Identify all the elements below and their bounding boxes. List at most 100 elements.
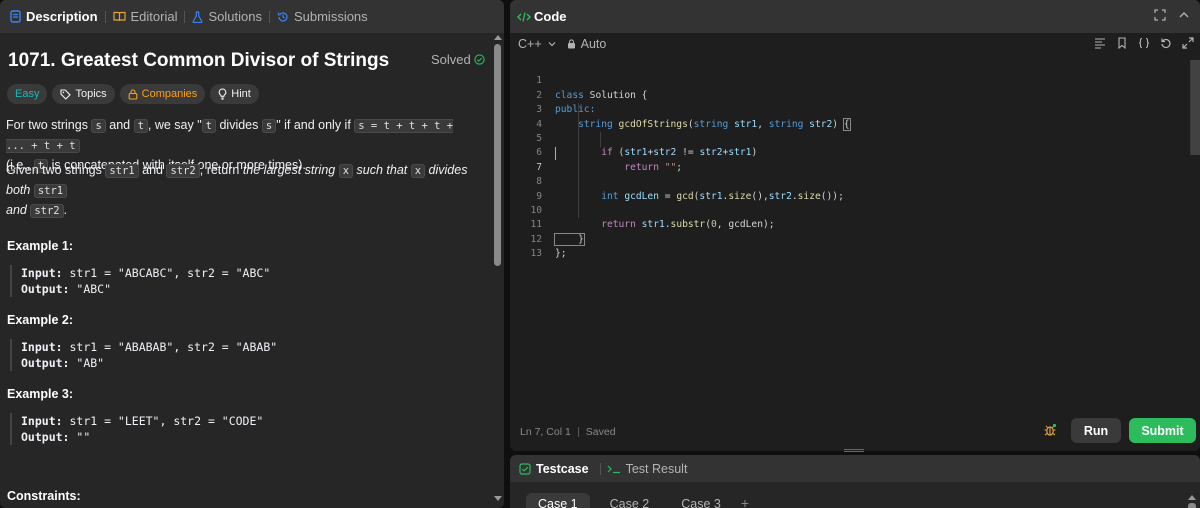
chevron-down-icon[interactable] — [547, 39, 557, 49]
tab-divider — [184, 10, 186, 23]
tab-solutions-label: Solutions — [208, 9, 262, 24]
tab-submissions[interactable]: Submissions — [271, 6, 374, 28]
tab-editorial-label: Editorial — [130, 9, 178, 24]
text: " if and only if — [276, 118, 355, 132]
text: divides — [216, 118, 262, 132]
topics-button[interactable]: Topics — [52, 84, 115, 104]
code-line-13: 13 — [510, 233, 1200, 259]
text: and — [105, 118, 134, 132]
example-1-title: Example 1: — [7, 239, 74, 253]
save-status: Saved — [585, 426, 616, 438]
example-1-block: Input: str1 = "ABCABC", str2 = "ABC" Out… — [10, 265, 270, 297]
example-output-line: Output: "AB" — [21, 355, 277, 371]
case-tab-2[interactable]: Case 2 — [598, 493, 662, 508]
tab-testcase[interactable]: Testcase — [519, 462, 589, 476]
case-tab-3[interactable]: Case 3 — [669, 493, 733, 508]
text: , we say " — [147, 118, 202, 132]
tab-solutions[interactable]: Solutions — [186, 6, 267, 28]
problem-title[interactable]: 1071. Greatest Common Divisor of Strings — [8, 50, 389, 72]
chevron-up-icon[interactable] — [1178, 9, 1190, 21]
code-line-9: 9 — [510, 175, 1200, 202]
example-3-block: Input: str1 = "LEET", str2 = "CODE" Outp… — [10, 413, 263, 445]
reset-icon[interactable] — [1160, 37, 1172, 49]
cursor-position: Ln 7, Col 1 — [520, 426, 571, 438]
inline-code: str2 — [30, 204, 64, 218]
code-line-6: 6 return ""; — [510, 132, 1200, 172]
code-line-12: 12 }; — [510, 218, 1200, 259]
scroll-thumb[interactable] — [1188, 503, 1196, 508]
submit-button[interactable]: Submit — [1129, 418, 1196, 443]
example-input-line: Input: str1 = "ABABAB", str2 = "ABAB" — [21, 339, 277, 355]
input-label: Input: — [21, 266, 63, 280]
scroll-up-arrow-icon[interactable] — [1188, 495, 1196, 500]
companies-label: Companies — [141, 88, 198, 100]
run-button[interactable]: Run — [1071, 418, 1121, 443]
text: . — [63, 203, 68, 217]
terminal-icon — [607, 465, 620, 473]
example-output-line: Output: "" — [21, 429, 263, 445]
output-label: Output: — [21, 282, 70, 296]
code-editor[interactable]: 1 class Solution { 2 public: 3 string gc… — [510, 60, 1200, 420]
maximize-icon[interactable] — [1154, 9, 1166, 21]
example-2-title: Example 2: — [7, 313, 74, 327]
debug-icon[interactable] — [1043, 423, 1057, 437]
tab-testcase-label: Testcase — [536, 461, 589, 476]
scroll-down-arrow-icon[interactable] — [494, 496, 502, 501]
companies-button[interactable]: Companies — [119, 84, 206, 104]
case-tab-row: Case 1 Case 2 Case 3 + — [526, 493, 749, 508]
example-input-line: Input: str1 = "ABCABC", str2 = "ABC" — [21, 265, 270, 281]
code-panel-header: Code — [510, 0, 1200, 33]
panel-resize-handle[interactable] — [844, 449, 864, 452]
description-panel: Description Editorial Solutions Submissi… — [0, 0, 504, 508]
output-value: "" — [69, 430, 91, 444]
emphasis-text: the largest string — [242, 163, 339, 177]
tab-description[interactable]: Description — [4, 6, 104, 28]
testcase-header: Testcase Test Result — [510, 455, 1200, 482]
add-case-button[interactable]: + — [741, 493, 749, 508]
tag-icon — [60, 88, 72, 100]
lightbulb-icon — [218, 88, 227, 100]
tab-test-result[interactable]: Test Result — [607, 462, 687, 476]
braces-icon[interactable] — [1138, 37, 1150, 49]
text: , return — [199, 163, 243, 177]
code-line-5: 5 if (str1+str2 != str2+str1) — [510, 118, 1200, 158]
book-icon — [112, 11, 126, 22]
code-panel: Code C++ Auto 1 class Solution { 2 publi… — [510, 0, 1200, 451]
checkbox-icon — [519, 462, 531, 475]
input-value: str1 = "ABCABC", str2 = "ABC" — [62, 266, 271, 280]
hint-button[interactable]: Hint — [210, 84, 259, 104]
emphasis-text: and — [6, 203, 31, 217]
hint-label: Hint — [231, 88, 251, 100]
scroll-up-arrow-icon[interactable] — [494, 35, 502, 40]
code-line-10: 10 return str1.substr(0, gcdLen); — [510, 190, 1200, 230]
language-selector[interactable]: C++ — [518, 37, 542, 51]
lock-icon — [567, 39, 575, 49]
output-value: "ABC" — [69, 282, 112, 296]
solved-label: Solved — [431, 52, 471, 67]
input-value: str1 = "ABABAB", str2 = "ABAB" — [62, 340, 278, 354]
code-panel-title: Code — [534, 9, 567, 24]
code-toolbar: C++ Auto — [510, 33, 1200, 55]
input-value: str1 = "LEET", str2 = "CODE" — [62, 414, 264, 428]
fullscreen-icon[interactable] — [1182, 37, 1194, 49]
inline-code: str1 — [105, 164, 139, 178]
code-line-2: 2 public: — [510, 74, 1200, 115]
emphasis-text: such that — [353, 163, 411, 177]
text: For two strings — [6, 118, 92, 132]
editor-scrollbar[interactable] — [1190, 60, 1200, 155]
bookmark-icon[interactable] — [1116, 37, 1128, 49]
code-line-4: 4 — [510, 103, 1200, 130]
mode-label[interactable]: Auto — [581, 37, 607, 51]
case-tab-1[interactable]: Case 1 — [526, 493, 590, 508]
tab-editorial[interactable]: Editorial — [107, 6, 184, 28]
format-icon[interactable] — [1094, 37, 1106, 49]
scroll-thumb[interactable] — [494, 44, 501, 266]
code-icon — [517, 11, 531, 22]
text-cursor — [555, 147, 556, 161]
description-scrollbar[interactable] — [492, 33, 504, 508]
text: Given two strings — [6, 163, 106, 177]
inline-code: t — [201, 119, 216, 133]
example-3-title: Example 3: — [7, 387, 74, 401]
history-icon — [277, 11, 288, 22]
check-circle-icon — [474, 54, 485, 65]
